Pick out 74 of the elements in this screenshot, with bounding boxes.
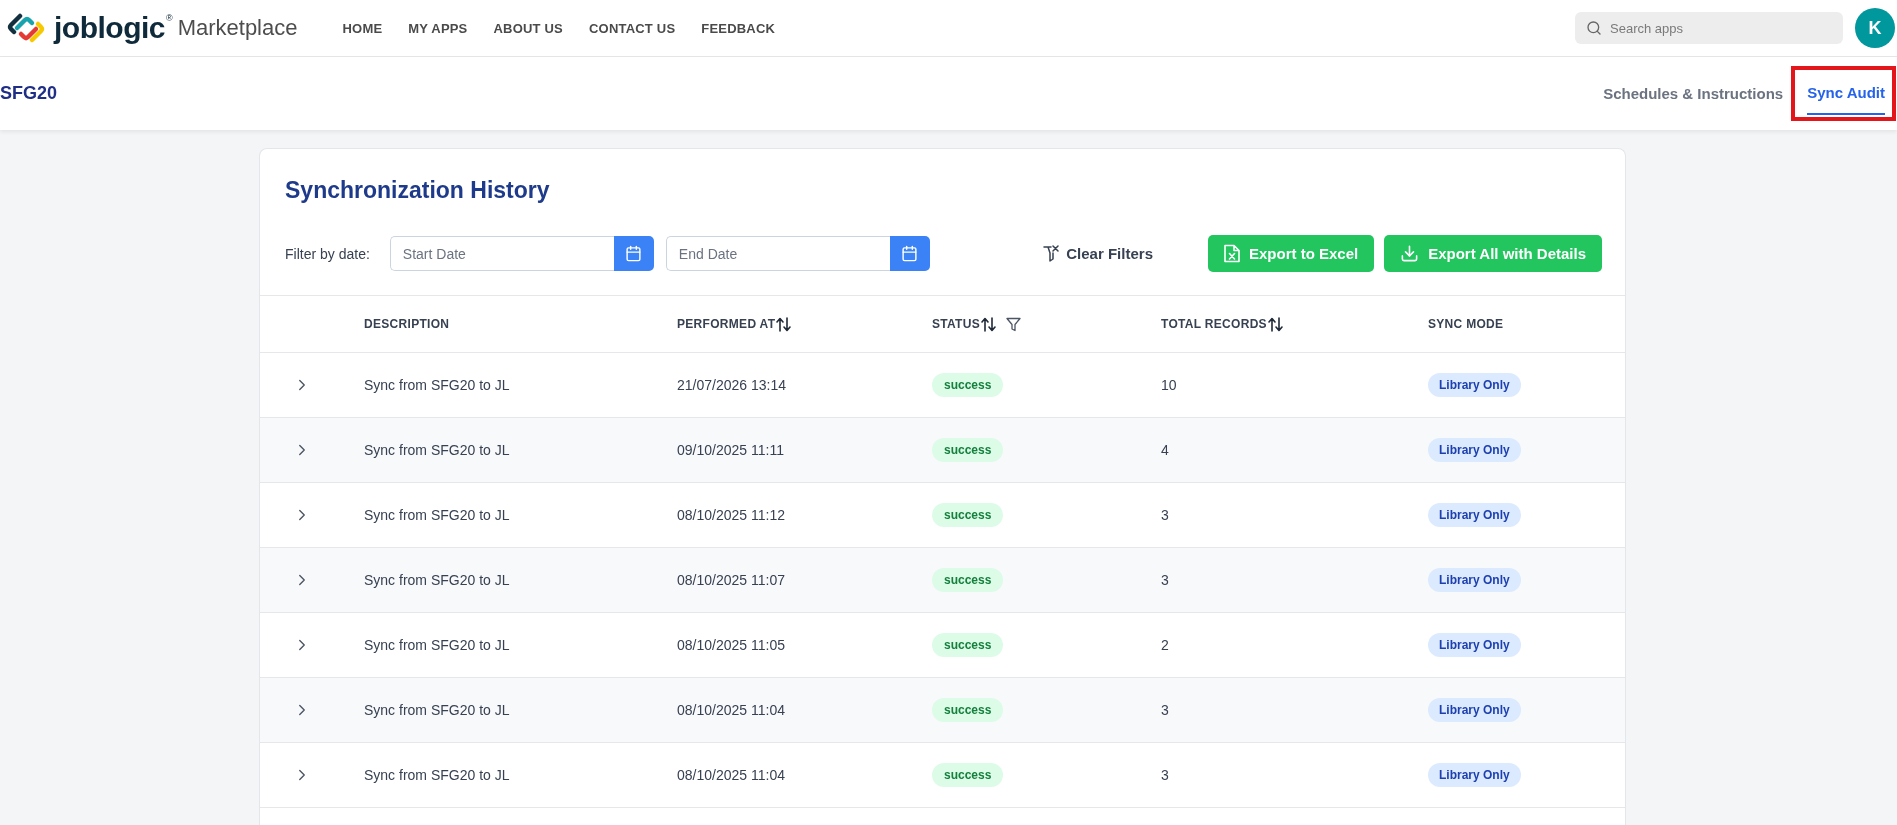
date-time-text: 08/10/2025 11:04 <box>677 702 785 718</box>
calendar-button[interactable] <box>889 236 930 271</box>
clear-filters-button[interactable]: Clear Filters <box>1043 244 1153 263</box>
product-name: Marketplace <box>177 14 298 42</box>
status-badge: success <box>932 698 1004 722</box>
column-header: DESCRIPTION <box>364 317 450 331</box>
filter-icon[interactable] <box>1006 316 1022 332</box>
nav-link[interactable]: ABOUT US <box>493 20 563 36</box>
status-badge: success <box>932 438 1004 462</box>
nav-link[interactable]: HOME <box>342 20 383 36</box>
sync-mode-badge: Library Only <box>1428 373 1521 397</box>
search-icon <box>1586 20 1602 36</box>
sync-mode-badge: Library Only <box>1428 568 1521 592</box>
date-field[interactable]: Start Date <box>389 236 614 271</box>
status-badge: success <box>932 373 1004 397</box>
date-time-text: 08/10/2025 11:12 <box>677 507 785 523</box>
status-badge: success <box>932 503 1004 527</box>
record-count-text: 4 <box>1161 442 1169 458</box>
description-text: Sync from SFG20 to JL <box>364 377 510 393</box>
nav-link[interactable]: MY APPS <box>408 20 468 36</box>
download-icon <box>1400 244 1420 263</box>
column-header: PERFORMED AT <box>677 317 776 331</box>
status-badge: success <box>932 763 1004 787</box>
record-count-text: 3 <box>1161 767 1169 783</box>
description-text: Sync from SFG20 to JL <box>364 637 510 653</box>
date-field[interactable]: End Date <box>665 236 890 271</box>
page-title: SFG20 <box>0 83 58 104</box>
record-count-text: 3 <box>1161 572 1169 588</box>
table-row[interactable]: Sync from SFG20 to JL 08/10/2025 11:04 success 3 Library Only <box>260 678 1625 743</box>
record-count-text: 2 <box>1161 637 1169 653</box>
date-time-text: 08/10/2025 11:07 <box>677 572 785 588</box>
date-time-text: 08/10/2025 11:05 <box>677 637 785 653</box>
column-header: SYNC MODE <box>1428 317 1504 331</box>
sync-mode-badge: Library Only <box>1428 438 1521 462</box>
calendar-button[interactable] <box>613 236 654 271</box>
sync-mode-badge: Library Only <box>1428 503 1521 527</box>
excel-file-icon <box>1224 244 1240 263</box>
date-time-text: 21/07/2026 13:14 <box>677 377 786 393</box>
sort-icon[interactable] <box>1267 316 1283 332</box>
card-title: Synchronization History <box>285 176 550 204</box>
sync-mode-badge: Library Only <box>1428 633 1521 657</box>
table-row[interactable]: Sync from SFG20 to JL 09/10/2025 11:11 success 4 Library Only <box>260 418 1625 483</box>
tab[interactable]: Schedules & Instructions <box>1603 71 1784 116</box>
status-badge: success <box>932 633 1004 657</box>
logo-icon <box>7 12 46 44</box>
sync-mode-badge: Library Only <box>1428 763 1521 787</box>
nav-link[interactable]: FEEDBACK <box>701 20 776 36</box>
tab[interactable]: Sync Audit <box>1807 70 1885 115</box>
brand-name: joblogic <box>54 11 165 45</box>
registered-mark: ® <box>166 13 173 24</box>
calendar-icon <box>625 245 643 262</box>
sync-mode-badge: Library Only <box>1428 698 1521 722</box>
description-text: Sync from SFG20 to JL <box>364 442 510 458</box>
search-field[interactable]: Search apps <box>1575 12 1843 44</box>
calendar-icon <box>901 245 919 262</box>
description-text: Sync from SFG20 to JL <box>364 507 510 523</box>
description-text: Sync from SFG20 to JL <box>364 702 510 718</box>
column-header: STATUS <box>932 317 981 331</box>
filter-clear-icon <box>1043 244 1060 263</box>
description-text: Sync from SFG20 to JL <box>364 572 510 588</box>
filter-label: Filter by date: <box>285 245 370 262</box>
date-time-text: 09/10/2025 11:11 <box>677 442 784 458</box>
sort-icon[interactable] <box>981 316 997 332</box>
record-count-text: 3 <box>1161 702 1169 718</box>
table-row[interactable]: Sync from SFG20 to JL 08/10/2025 11:07 success 3 Library Only <box>260 548 1625 613</box>
record-count-text: 10 <box>1161 377 1177 393</box>
nav-link[interactable]: CONTACT US <box>589 20 676 36</box>
date-time-text: 08/10/2025 11:04 <box>677 767 785 783</box>
record-count-text: 3 <box>1161 507 1169 523</box>
sort-icon[interactable] <box>776 316 792 332</box>
description-text: Sync from SFG20 to JL <box>364 767 510 783</box>
user-avatar[interactable]: K <box>1855 8 1895 48</box>
column-header: TOTAL RECORDS <box>1161 317 1267 331</box>
status-badge: success <box>932 568 1004 592</box>
